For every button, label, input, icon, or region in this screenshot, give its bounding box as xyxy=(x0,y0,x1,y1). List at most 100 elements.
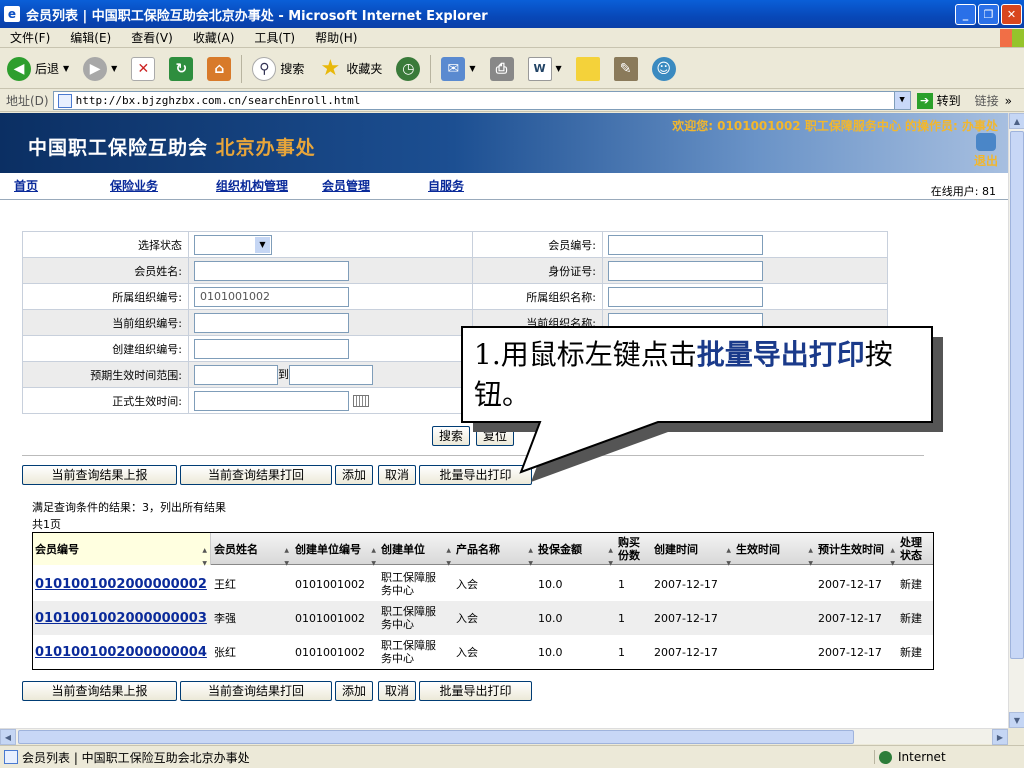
creator-org-cell: 职工保障服务中心 xyxy=(379,635,454,669)
address-url[interactable]: http://bx.bjzghzbx.com.cn/searchEnroll.h… xyxy=(76,94,894,107)
return-results-button-bottom[interactable]: 当前查询结果打回 xyxy=(180,681,332,701)
effective-time-input[interactable] xyxy=(194,390,349,411)
expected-end-input[interactable] xyxy=(289,364,373,385)
menu-favorites[interactable]: 收藏(A) xyxy=(183,29,245,46)
nav-insurance[interactable]: 保险业务 xyxy=(110,177,158,194)
mail-dropdown-icon[interactable]: ▼ xyxy=(469,64,475,73)
id-card-input[interactable] xyxy=(608,260,763,281)
column-header[interactable]: 生效时间 ▲ ▼ xyxy=(734,533,816,568)
report-results-button-bottom[interactable]: 当前查询结果上报 xyxy=(22,681,177,701)
logout-button[interactable]: 退出 xyxy=(974,133,998,169)
go-button[interactable]: ➔ 转到 xyxy=(916,92,961,109)
word-icon: W xyxy=(527,56,552,81)
search-button[interactable]: ⚲ 搜索 xyxy=(249,53,307,85)
current-org-id-input[interactable] xyxy=(194,312,349,333)
member-id-cell: 0101001002000000002 xyxy=(33,567,211,601)
chevron-right-icon[interactable]: » xyxy=(1005,94,1012,108)
scroll-left-icon[interactable]: ◀ xyxy=(0,729,16,745)
member-id-input[interactable] xyxy=(608,234,763,255)
quantity-cell: 1 xyxy=(616,635,652,669)
favorites-button[interactable]: ★ 收藏夹 xyxy=(315,53,385,85)
report-results-button[interactable]: 当前查询结果上报 xyxy=(22,465,177,485)
column-header[interactable]: 购买份数 xyxy=(616,533,650,565)
back-button[interactable]: ◀ 后退 ▼ xyxy=(4,53,72,85)
column-header[interactable]: 处理状态 xyxy=(898,533,933,565)
forward-button[interactable]: ▶ ▼ xyxy=(80,53,120,85)
add-button-bottom[interactable]: 添加 xyxy=(335,681,373,701)
links-label[interactable]: 链接 xyxy=(975,92,999,109)
column-header[interactable]: 投保金额 ▲ ▼ xyxy=(536,533,616,568)
menu-help[interactable]: 帮助(H) xyxy=(305,29,367,46)
nav-members[interactable]: 会员管理 xyxy=(322,177,370,194)
address-input[interactable]: http://bx.bjzghzbx.com.cn/searchEnroll.h… xyxy=(52,91,911,110)
menu-edit[interactable]: 编辑(E) xyxy=(60,29,121,46)
return-results-button[interactable]: 当前查询结果打回 xyxy=(180,465,332,485)
search-button[interactable]: 搜索 xyxy=(432,426,470,446)
cell-text: 李强 xyxy=(214,611,236,625)
history-button[interactable]: ◷ xyxy=(393,53,423,85)
creator-org-id-input[interactable] xyxy=(194,338,349,359)
print-button[interactable]: ⎙ xyxy=(487,53,517,85)
quantity-cell: 1 xyxy=(616,601,652,635)
status-select[interactable]: ▼ xyxy=(194,234,272,255)
messenger-button[interactable]: ☺ xyxy=(649,53,679,85)
home-button[interactable]: ⌂ xyxy=(204,53,234,85)
column-header[interactable]: 创建单位编号 ▲ ▼ xyxy=(293,533,379,568)
batch-export-print-button-bottom[interactable]: 批量导出打印 xyxy=(419,681,532,701)
column-header[interactable]: 产品名称 ▲ ▼ xyxy=(454,533,536,568)
column-header-label: 产品名称 xyxy=(456,542,500,556)
maximize-button[interactable]: ❐ xyxy=(978,3,999,25)
toolbar-separator xyxy=(430,54,432,83)
column-header-label: 创建单位 xyxy=(381,542,425,556)
member-id-link[interactable]: 0101001002000000004 xyxy=(35,646,207,659)
menu-file[interactable]: 文件(F) xyxy=(0,29,60,46)
discuss-button[interactable] xyxy=(573,53,603,85)
cancel-button[interactable]: 取消 xyxy=(378,465,416,485)
logo-main: 中国职工保险互助会 xyxy=(28,137,209,159)
scroll-up-icon[interactable]: ▲ xyxy=(1009,113,1024,129)
column-header[interactable]: 创建单位 ▲ ▼ xyxy=(379,533,454,568)
cancel-button-bottom[interactable]: 取消 xyxy=(378,681,416,701)
menu-tools[interactable]: 工具(T) xyxy=(244,29,305,46)
nav-self-service[interactable]: 自服务 xyxy=(428,177,464,194)
form-label: 选择状态 xyxy=(22,231,189,258)
reset-button[interactable]: 复位 xyxy=(476,426,514,446)
vertical-scrollbar[interactable]: ▲ ▼ xyxy=(1008,113,1024,728)
scroll-down-icon[interactable]: ▼ xyxy=(1009,712,1024,728)
column-header[interactable]: 预计生效时间 ▲ ▼ xyxy=(816,533,898,568)
horizontal-scrollbar[interactable]: ◀ ▶ xyxy=(0,728,1008,745)
nav-organization[interactable]: 组织机构管理 xyxy=(216,177,288,194)
horizontal-scroll-thumb[interactable] xyxy=(18,730,854,744)
minimize-button[interactable]: _ xyxy=(955,3,976,25)
range-separator: 到 xyxy=(278,367,289,381)
org-id-input[interactable]: 0101001002 xyxy=(194,286,349,307)
member-id-link[interactable]: 0101001002000000002 xyxy=(35,578,207,591)
current-org-name-input[interactable] xyxy=(608,312,763,333)
close-button[interactable]: ✕ xyxy=(1001,3,1022,25)
nav-home[interactable]: 首页 xyxy=(14,177,38,194)
calendar-icon[interactable] xyxy=(353,394,369,407)
column-header[interactable]: 会员姓名 ▲ ▼ xyxy=(212,533,292,568)
menu-view[interactable]: 查看(V) xyxy=(121,29,183,46)
column-header[interactable]: 会员编号 ▲ ▼ xyxy=(33,533,211,567)
edit-dropdown-icon[interactable]: ▼ xyxy=(556,64,562,73)
add-button[interactable]: 添加 xyxy=(335,465,373,485)
expected-start-input[interactable] xyxy=(194,364,278,385)
column-header[interactable]: 创建时间 ▲ ▼ xyxy=(652,533,734,568)
address-dropdown-icon[interactable]: ▼ xyxy=(893,92,910,109)
org-name-input[interactable] xyxy=(608,286,763,307)
member-id-link[interactable]: 0101001002000000003 xyxy=(35,612,207,625)
mail-button[interactable]: ✉ ▼ xyxy=(438,53,478,85)
scroll-right-icon[interactable]: ▶ xyxy=(992,729,1008,745)
batch-export-print-button[interactable]: 批量导出打印 xyxy=(419,465,532,485)
form-label: 当前组织编号: xyxy=(22,309,189,336)
edit-button[interactable]: W ▼ xyxy=(525,53,565,85)
back-dropdown-icon[interactable]: ▼ xyxy=(63,64,69,73)
stop-button[interactable]: ✕ xyxy=(128,53,158,85)
member-name-input[interactable] xyxy=(194,260,349,281)
vertical-scroll-thumb[interactable] xyxy=(1010,131,1024,659)
research-button[interactable]: ✎ xyxy=(611,53,641,85)
refresh-button[interactable]: ↻ xyxy=(166,53,196,85)
window-titlebar[interactable]: e 会员列表 | 中国职工保险互助会北京办事处 - Microsoft Inte… xyxy=(0,0,1024,28)
forward-dropdown-icon[interactable]: ▼ xyxy=(111,64,117,73)
